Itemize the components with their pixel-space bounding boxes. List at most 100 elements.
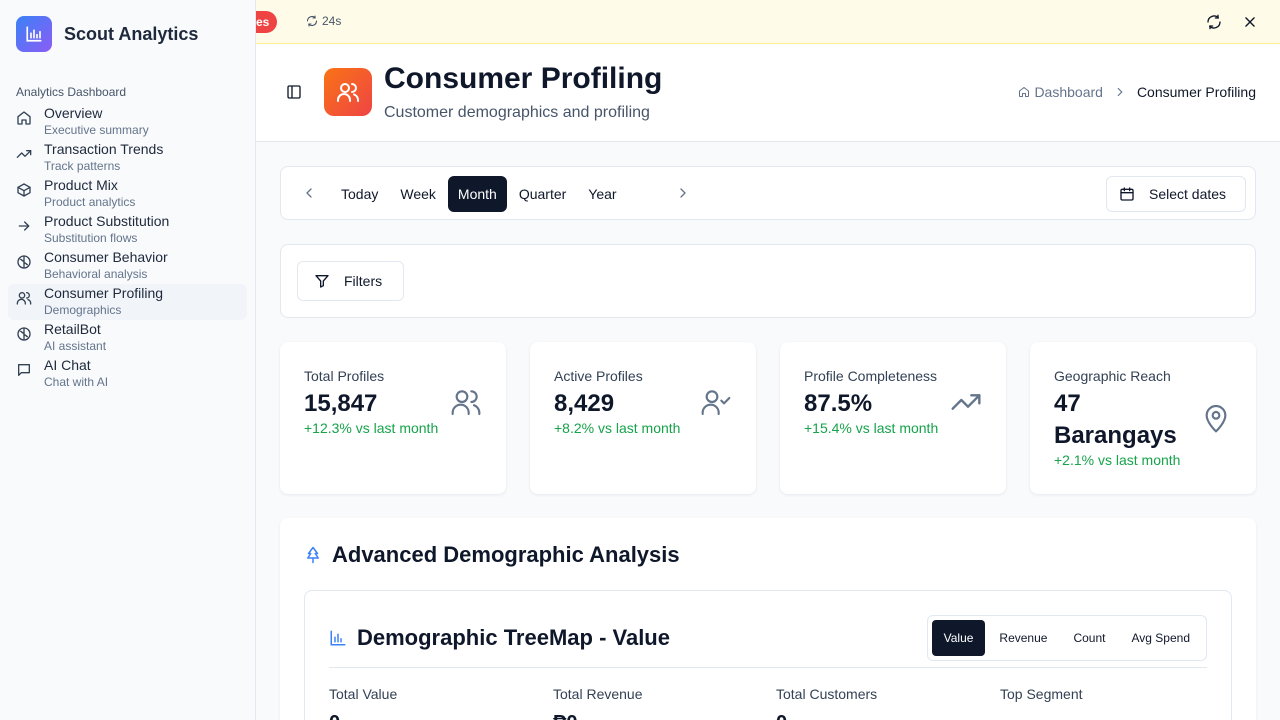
sidebar-item-title: Transaction Trends [44, 141, 164, 157]
sidebar-item-ai-chat[interactable]: AI Chat Chat with AI [8, 356, 247, 392]
users-icon [451, 390, 481, 416]
sidebar-item-subtitle: Executive summary [44, 123, 149, 137]
chevron-left-icon[interactable] [301, 185, 317, 201]
stat-top-segment: Top Segment [1000, 686, 1220, 712]
period-selector: Today Week Month Quarter Year Select dat… [280, 166, 1256, 220]
package-icon [17, 183, 31, 197]
sidebar-item-consumer-behavior[interactable]: Consumer Behavior Behavioral analysis [8, 248, 247, 284]
kpi-label: Geographic Reach [1054, 368, 1171, 384]
sidebar-item-subtitle: Chat with AI [44, 375, 109, 389]
page-title: Consumer Profiling [384, 62, 663, 95]
sidebar-item-subtitle: Substitution flows [44, 231, 138, 245]
filter-icon [315, 275, 329, 288]
user-check-icon [701, 390, 731, 416]
metric-tabs: Value Revenue Count Avg Spend [926, 615, 1207, 661]
breadcrumb-home-label: Dashboard [1034, 84, 1103, 100]
sidebar-item-title: Product Substitution [44, 213, 170, 229]
kpi-card-active-profiles: Active Profiles 8,429 +8.2% vs last mont… [530, 342, 756, 494]
close-button[interactable] [1241, 13, 1259, 31]
kpi-label: Active Profiles [554, 368, 643, 384]
sidebar-item-title: Consumer Behavior [44, 249, 168, 265]
sidebar-item-retailbot[interactable]: RetailBot AI assistant [8, 320, 247, 356]
breadcrumb-home[interactable]: Dashboard [1018, 84, 1103, 100]
kpi-label: Total Profiles [304, 368, 385, 384]
chevron-right-icon [1117, 87, 1123, 97]
stat-label: Total Value [329, 686, 398, 702]
brand[interactable]: Scout Analytics [0, 0, 255, 52]
sidebar-item-consumer-profiling[interactable]: Consumer Profiling Demographics [8, 284, 247, 320]
tab-count[interactable]: Count [1061, 620, 1117, 656]
kpi-card-profile-completeness: Profile Completeness 87.5% +15.4% vs las… [780, 342, 1006, 494]
refresh-countdown: 24s [322, 14, 342, 28]
sidebar-toggle-icon[interactable] [286, 84, 302, 100]
home-icon [17, 111, 31, 125]
select-dates-label: Select dates [1149, 186, 1227, 202]
period-today[interactable]: Today [331, 176, 388, 212]
sidebar-item-overview[interactable]: Overview Executive summary [8, 104, 247, 140]
breadcrumb-current: Consumer Profiling [1136, 84, 1256, 100]
period-year[interactable]: Year [578, 176, 626, 212]
sidebar-item-title: AI Chat [44, 357, 91, 373]
tree-icon [307, 546, 319, 564]
demographic-analysis: Advanced Demographic Analysis Demographi… [280, 518, 1256, 720]
kpi-card-geographic-reach: Geographic Reach 47 Barangays +2.1% vs l… [1030, 342, 1256, 494]
tab-value[interactable]: Value [931, 620, 986, 656]
trending-up-icon [16, 150, 32, 158]
analysis-header: Advanced Demographic Analysis [304, 542, 680, 568]
brain-icon [17, 255, 31, 269]
treemap-card: Demographic TreeMap - Value Value Revenu… [304, 590, 1232, 720]
stat-total-value: Total Value 0 [329, 686, 549, 720]
app-name: Scout Analytics [64, 23, 199, 44]
trending-up-icon [951, 394, 981, 410]
refresh-button[interactable] [1205, 13, 1223, 31]
kpi-value: 47 Barangays [1054, 390, 1177, 449]
map-pin-icon [1205, 404, 1227, 433]
filters-button[interactable]: Filters [297, 261, 404, 301]
refresh-icon [1207, 14, 1221, 30]
tab-avg-spend[interactable]: Avg Spend [1120, 620, 1203, 656]
stat-label: Total Revenue [553, 686, 643, 702]
kpi-value: 8,429 [554, 390, 615, 417]
brain-icon [17, 327, 31, 341]
kpi-value: 87.5% [804, 390, 873, 417]
sidebar-item-subtitle: Product analytics [44, 195, 136, 209]
period-month[interactable]: Month [447, 176, 507, 212]
sidebar-item-subtitle: Demographics [44, 303, 122, 317]
sidebar-item-transaction-trends[interactable]: Transaction Trends Track patterns [8, 140, 247, 176]
calendar-icon [1120, 187, 1134, 201]
sidebar-nav: Overview Executive summary Transaction Tr… [0, 104, 255, 392]
select-dates-button[interactable]: Select dates [1106, 176, 1246, 212]
sidebar: Scout Analytics Analytics Dashboard Over… [0, 0, 256, 720]
kpi-change: +15.4% vs last month [804, 420, 939, 436]
status-banner: es 24s [256, 0, 1280, 44]
kpi-change: +12.3% vs last month [304, 420, 439, 436]
home-icon [1019, 87, 1030, 97]
section-title: Advanced Demographic Analysis [332, 542, 680, 567]
sidebar-item-subtitle: Behavioral analysis [44, 267, 148, 281]
sidebar-item-product-substitution[interactable]: Product Substitution Substitution flows [8, 212, 247, 248]
period-options: Today Week Month Quarter Year [331, 176, 627, 212]
kpi-card-total-profiles: Total Profiles 15,847 +12.3% vs last mon… [280, 342, 506, 494]
arrow-right-icon [18, 221, 30, 231]
sidebar-item-product-mix[interactable]: Product Mix Product analytics [8, 176, 247, 212]
sidebar-item-title: Consumer Profiling [44, 285, 164, 301]
nav-group-label: Analytics Dashboard [16, 85, 127, 99]
sidebar-item-subtitle: AI assistant [44, 339, 107, 353]
bar-chart-icon [330, 630, 346, 646]
status-badge[interactable]: es [256, 11, 278, 33]
chevron-right-icon[interactable] [675, 185, 691, 201]
kpi-value: 15,847 [304, 390, 378, 417]
period-week[interactable]: Week [390, 176, 446, 212]
stat-total-customers: Total Customers 0 [776, 686, 996, 720]
stat-value: 0 [776, 712, 996, 720]
sidebar-item-subtitle: Track patterns [44, 159, 121, 173]
stat-label: Top Segment [1000, 686, 1083, 702]
treemap-header: Demographic TreeMap - Value [329, 625, 670, 651]
bar-chart-icon [16, 16, 52, 52]
page-subtitle: Customer demographics and profiling [384, 104, 650, 121]
tab-revenue[interactable]: Revenue [987, 620, 1059, 656]
filters-label: Filters [344, 273, 383, 289]
kpi-label: Profile Completeness [804, 368, 938, 384]
period-quarter[interactable]: Quarter [509, 176, 576, 212]
refresh-icon [306, 15, 318, 27]
